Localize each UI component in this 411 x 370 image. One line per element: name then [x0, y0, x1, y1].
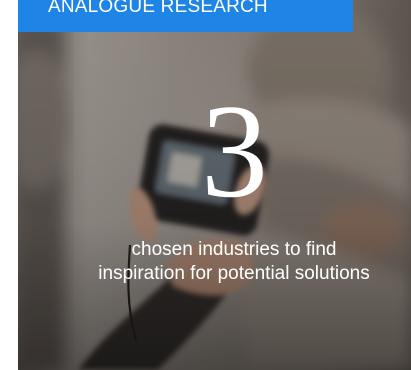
stat-caption: chosen industries to find inspiration fo…: [98, 239, 370, 284]
stat-number: 3: [201, 77, 268, 225]
stat-card: 3 chosen industries to find inspiration …: [18, 0, 411, 370]
category-tag-label: ANALOGUE RESEARCH: [48, 0, 268, 17]
category-tag: ANALOGUE RESEARCH: [18, 0, 353, 32]
